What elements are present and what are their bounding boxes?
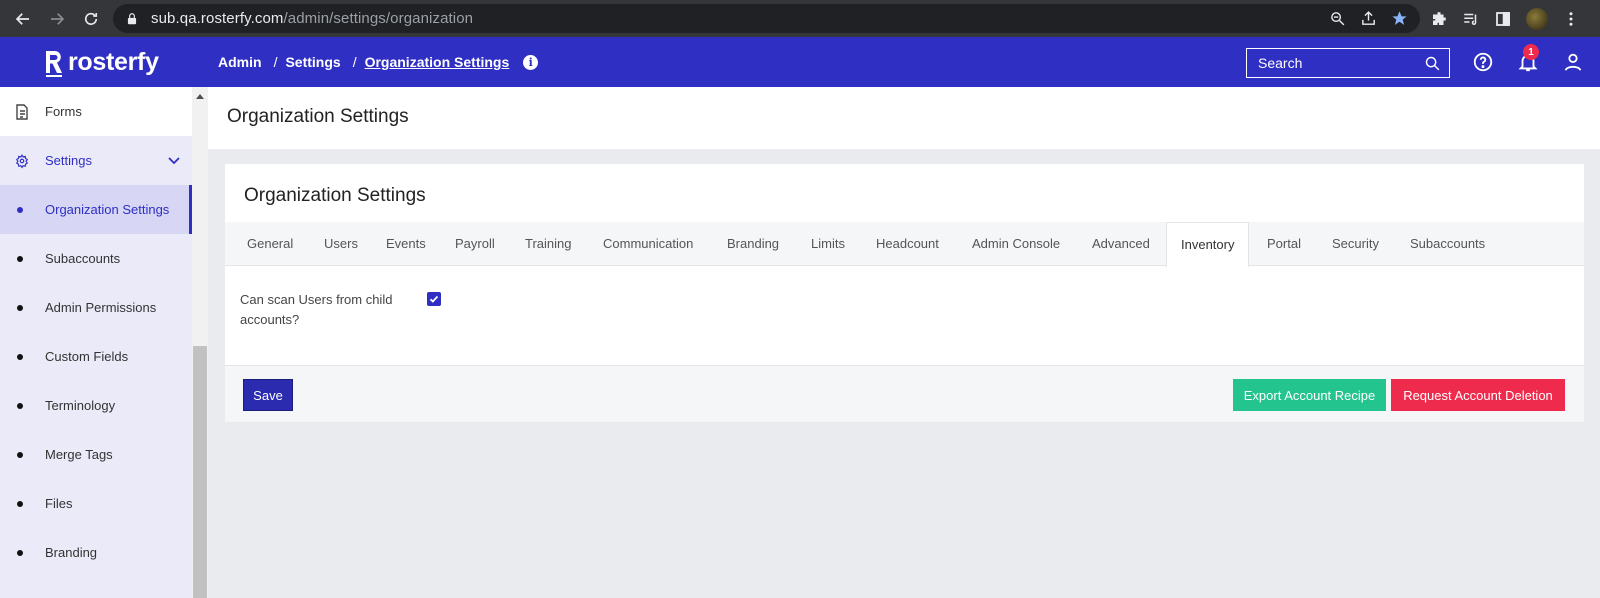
sidebar-item-label: Settings xyxy=(45,153,92,168)
sidebar-item-terminology[interactable]: Terminology xyxy=(0,381,192,430)
user-icon[interactable] xyxy=(1562,51,1584,73)
sidebar-item-label: Admin Permissions xyxy=(45,300,157,315)
logo-text: rosterfy xyxy=(68,48,159,76)
zoom-icon[interactable] xyxy=(1329,10,1346,27)
sidebar-item-settings[interactable]: Settings xyxy=(0,136,192,185)
sidebar-item-label: Files xyxy=(45,496,73,511)
sidebar-item-files[interactable]: Files xyxy=(0,479,192,528)
reload-icon[interactable] xyxy=(78,6,104,32)
scrollbar-thumb[interactable] xyxy=(193,346,207,598)
breadcrumb-admin[interactable]: Admin xyxy=(218,54,262,70)
tab-portal[interactable]: Portal xyxy=(1267,222,1301,266)
page-header: Organization Settings xyxy=(208,87,1600,149)
sidebar-item-custom-fields[interactable]: Custom Fields xyxy=(0,332,192,381)
scan-child-users-label: Can scan Users from child accounts? xyxy=(240,292,393,327)
chevron-down-icon[interactable] xyxy=(167,154,181,168)
tab-users[interactable]: Users xyxy=(324,222,358,266)
save-button[interactable]: Save xyxy=(243,379,293,411)
sidebar-item-label: Forms xyxy=(45,104,82,119)
sidebar-item-label: Merge Tags xyxy=(45,447,113,462)
bullet-icon xyxy=(17,255,23,262)
tab-security[interactable]: Security xyxy=(1332,222,1379,266)
sidebar-scrollbar[interactable] xyxy=(192,87,208,598)
breadcrumb-separator: / xyxy=(273,54,278,70)
address-bar[interactable]: sub.qa.rosterfy.com/admin/settings/organ… xyxy=(113,4,1420,33)
app-header: rosterfy Admin / Settings / Organization… xyxy=(0,37,1600,87)
page-title: Organization Settings xyxy=(227,106,409,127)
sidebar-item-subaccounts[interactable]: Subaccounts xyxy=(0,234,192,283)
tab-events[interactable]: Events xyxy=(386,222,426,266)
rosterfy-logo[interactable]: rosterfy xyxy=(44,48,159,77)
breadcrumb-separator: / xyxy=(352,54,357,70)
tab-communication[interactable]: Communication xyxy=(603,222,693,266)
rosterfy-logo-icon xyxy=(46,50,62,77)
bullet-icon xyxy=(17,353,23,360)
tab-branding[interactable]: Branding xyxy=(727,222,779,266)
scan-child-users-checkbox[interactable] xyxy=(427,292,441,306)
back-icon[interactable] xyxy=(10,6,36,32)
settings-card: Organization Settings General Users Even… xyxy=(225,164,1584,422)
bullet-icon xyxy=(17,402,23,409)
bookmark-star-icon[interactable] xyxy=(1391,10,1408,27)
tab-general[interactable]: General xyxy=(247,222,293,266)
search-input[interactable]: Search xyxy=(1246,48,1450,78)
tab-inventory[interactable]: Inventory xyxy=(1166,222,1250,267)
breadcrumb-organization-settings[interactable]: Organization Settings xyxy=(365,54,510,70)
side-panel-icon[interactable] xyxy=(1494,10,1512,28)
extensions-icon[interactable] xyxy=(1430,10,1448,28)
tab-headcount[interactable]: Headcount xyxy=(876,222,939,266)
bullet-icon xyxy=(17,206,23,213)
forward-icon[interactable] xyxy=(44,6,70,32)
reading-list-icon[interactable] xyxy=(1462,10,1480,28)
search-icon[interactable] xyxy=(1424,55,1441,72)
search-placeholder: Search xyxy=(1258,55,1303,71)
notification-badge: 1 xyxy=(1523,44,1539,60)
sidebar-item-admin-permissions[interactable]: Admin Permissions xyxy=(0,283,192,332)
lock-icon xyxy=(127,12,137,24)
tab-training[interactable]: Training xyxy=(525,222,571,266)
menu-kebab-icon[interactable] xyxy=(1562,10,1580,28)
sidebar-item-label: Custom Fields xyxy=(45,349,129,364)
sidebar-item-label: Branding xyxy=(45,545,98,560)
sidebar-item-merge-tags[interactable]: Merge Tags xyxy=(0,430,192,479)
bullet-icon xyxy=(17,500,23,507)
document-icon xyxy=(16,103,28,120)
gear-icon xyxy=(15,153,29,168)
url-text: sub.qa.rosterfy.com/admin/settings/organ… xyxy=(151,10,474,27)
sidebar-item-branding[interactable]: Branding xyxy=(0,528,192,577)
help-icon[interactable] xyxy=(1472,51,1494,73)
sidebar-item-forms[interactable]: Forms xyxy=(0,87,192,136)
bullet-icon xyxy=(17,451,23,458)
tab-subaccounts[interactable]: Subaccounts xyxy=(1410,222,1485,266)
card-title: Organization Settings xyxy=(244,185,426,206)
tab-admin-console[interactable]: Admin Console xyxy=(972,222,1060,266)
sidebar-item-label: Terminology xyxy=(45,398,116,413)
info-icon[interactable]: i xyxy=(523,54,539,70)
scroll-up-arrow-icon[interactable] xyxy=(196,94,204,99)
tab-advanced[interactable]: Advanced xyxy=(1092,222,1150,266)
settings-tabs: General Users Events Payroll Training Co… xyxy=(225,222,1584,267)
card-footer: Save Export Account Recipe Request Accou… xyxy=(225,365,1584,422)
checkmark-icon xyxy=(429,295,439,303)
export-account-recipe-button[interactable]: Export Account Recipe xyxy=(1233,379,1386,411)
profile-avatar[interactable] xyxy=(1526,8,1548,30)
breadcrumb: Admin / Settings / Organization Settings… xyxy=(218,54,539,70)
bullet-icon xyxy=(17,304,23,311)
tab-limits[interactable]: Limits xyxy=(811,222,845,266)
request-account-deletion-button[interactable]: Request Account Deletion xyxy=(1391,379,1565,411)
tab-payroll[interactable]: Payroll xyxy=(455,222,495,266)
sidebar-item-label: Subaccounts xyxy=(45,251,121,266)
breadcrumb-settings[interactable]: Settings xyxy=(285,54,340,70)
sidebar-item-label: Organization Settings xyxy=(45,202,170,217)
sidebar: Forms Settings Organization Settings Sub… xyxy=(0,87,192,598)
share-icon[interactable] xyxy=(1360,10,1377,27)
bullet-icon xyxy=(17,549,23,556)
browser-toolbar: sub.qa.rosterfy.com/admin/settings/organ… xyxy=(0,0,1600,37)
sidebar-item-organization-settings[interactable]: Organization Settings xyxy=(0,185,192,234)
